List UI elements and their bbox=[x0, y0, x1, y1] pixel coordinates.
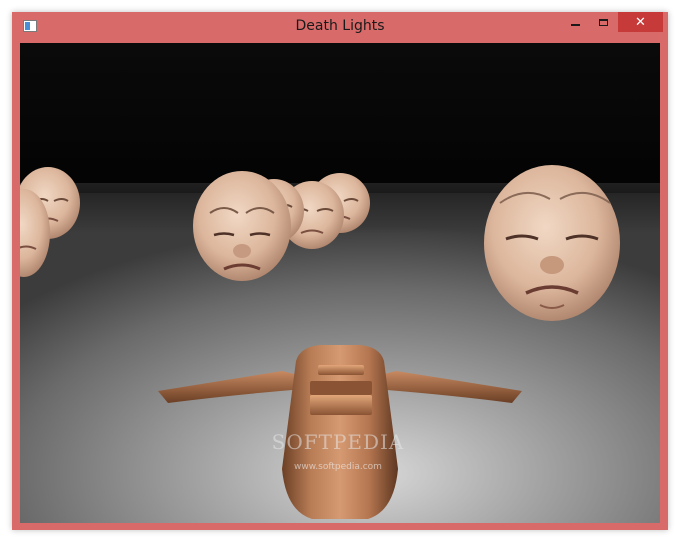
ship-vent bbox=[310, 381, 372, 395]
maximize-icon bbox=[599, 18, 608, 26]
maximize-button[interactable] bbox=[590, 12, 617, 32]
enemy-face bbox=[484, 165, 620, 321]
game-scene: SOFTPEDIA www.softpedia.com bbox=[20, 43, 660, 523]
watermark: SOFTPEDIA bbox=[272, 430, 405, 454]
app-window: Death Lights ✕ SOFTPEDIA www.softpedia.c… bbox=[12, 12, 668, 530]
ship-vent bbox=[318, 365, 364, 375]
game-viewport[interactable]: SOFTPEDIA www.softpedia.com bbox=[20, 43, 660, 523]
close-icon: ✕ bbox=[635, 14, 646, 30]
title-bar[interactable]: Death Lights ✕ bbox=[12, 12, 668, 43]
enemy-face bbox=[193, 171, 291, 281]
close-button[interactable]: ✕ bbox=[618, 12, 663, 32]
minimize-icon bbox=[571, 24, 580, 26]
watermark-url: www.softpedia.com bbox=[294, 462, 382, 472]
minimize-button[interactable] bbox=[562, 12, 589, 32]
ship-vent bbox=[310, 395, 372, 415]
